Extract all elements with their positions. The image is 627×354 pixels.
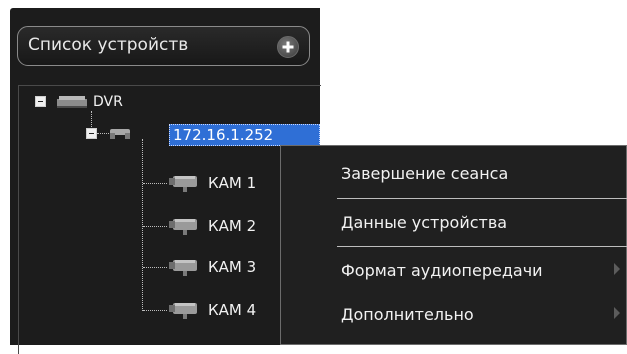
device-context-menu: Завершение сеанса Данные устройства Форм… (280, 145, 627, 345)
menu-item-device-info[interactable]: Данные устройства (281, 201, 626, 245)
device-list-header: Список устройств (17, 26, 310, 66)
menu-separator (337, 246, 627, 247)
tree-connector (142, 139, 143, 311)
network-device-icon (110, 129, 130, 139)
camera-icon (169, 219, 197, 235)
menu-item-label: Данные устройства (341, 213, 508, 232)
camera-icon (169, 303, 197, 319)
tree-item-device-172-16-1-252[interactable]: 172.16.1.252 (169, 124, 320, 146)
tree-connector (91, 111, 92, 127)
menu-item-label: Дополнительно (341, 305, 474, 324)
device-collapse-toggle[interactable] (86, 128, 97, 139)
tree-connector (143, 226, 167, 227)
menu-item-audio-format[interactable]: Формат аудиопередачи (281, 249, 626, 293)
tree-item-camera-1[interactable]: КАМ 1 (208, 174, 256, 192)
dvr-collapse-toggle[interactable] (35, 96, 46, 107)
camera-icon (169, 176, 197, 192)
menu-item-label: Завершение сеанса (341, 164, 509, 183)
dvr-device-icon (57, 96, 87, 108)
camera-icon (169, 260, 197, 276)
tree-item-camera-3[interactable]: КАМ 3 (208, 258, 256, 276)
submenu-arrow-icon (614, 307, 620, 319)
tree-connector (143, 267, 167, 268)
device-list-title: Список устройств (28, 35, 189, 55)
tree-item-dvr[interactable]: DVR (93, 94, 123, 110)
menu-item-advanced[interactable]: Дополнительно (281, 293, 626, 337)
add-device-button[interactable] (277, 36, 299, 58)
menu-separator (337, 198, 627, 199)
tree-connector (97, 133, 109, 134)
tree-item-camera-2[interactable]: КАМ 2 (208, 217, 256, 235)
tree-item-camera-4[interactable]: КАМ 4 (208, 301, 256, 319)
device-list-panel: Список устройств DVR 172.16.1.252 КАМ 1 (10, 8, 321, 354)
submenu-arrow-icon (614, 263, 620, 275)
tree-connector (143, 183, 167, 184)
menu-item-end-session[interactable]: Завершение сеанса (281, 152, 626, 196)
menu-item-label: Формат аудиопередачи (341, 261, 543, 280)
tree-connector (143, 310, 167, 311)
